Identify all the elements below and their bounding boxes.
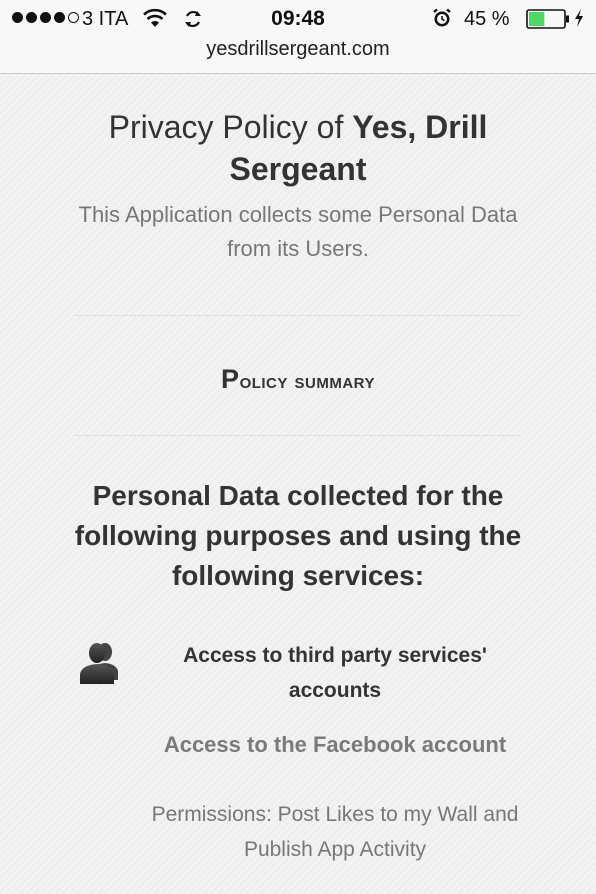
purposes-heading: Personal Data collected for the followin… (74, 480, 522, 591)
battery-icon (526, 9, 569, 29)
page-content: Privacy Policy of Yes, Drill Sergeant Th… (0, 74, 596, 894)
url-bar[interactable]: yesdrillsergeant.com (0, 38, 596, 61)
service-permissions: Permissions: Post Likes to my Wall and P… (151, 803, 519, 861)
charging-icon (575, 9, 583, 27)
policy-summary-heading: Policy summary (0, 364, 596, 395)
section-divider (76, 435, 520, 436)
page-title: Privacy Policy of Yes, Drill Sergeant (60, 106, 536, 190)
users-icon (80, 643, 118, 684)
page-title-prefix: Privacy Policy of (108, 109, 353, 145)
status-bar: 3 ITA 09:48 45 % (0, 6, 596, 34)
section-divider (76, 315, 520, 316)
policy-summary-rest: olicy summary (239, 368, 375, 393)
alarm-icon (433, 8, 451, 27)
intro-text: This Application collects some Personal … (78, 202, 518, 261)
top-bar: 3 ITA 09:48 45 % yesdrillsergeant.com (0, 0, 596, 74)
policy-summary-initial: P (221, 364, 240, 394)
service-name: Access to the Facebook account (163, 732, 507, 757)
battery-percentage: 45 % (464, 8, 510, 30)
service-category-title: Access to third party services' accounts (183, 644, 487, 702)
